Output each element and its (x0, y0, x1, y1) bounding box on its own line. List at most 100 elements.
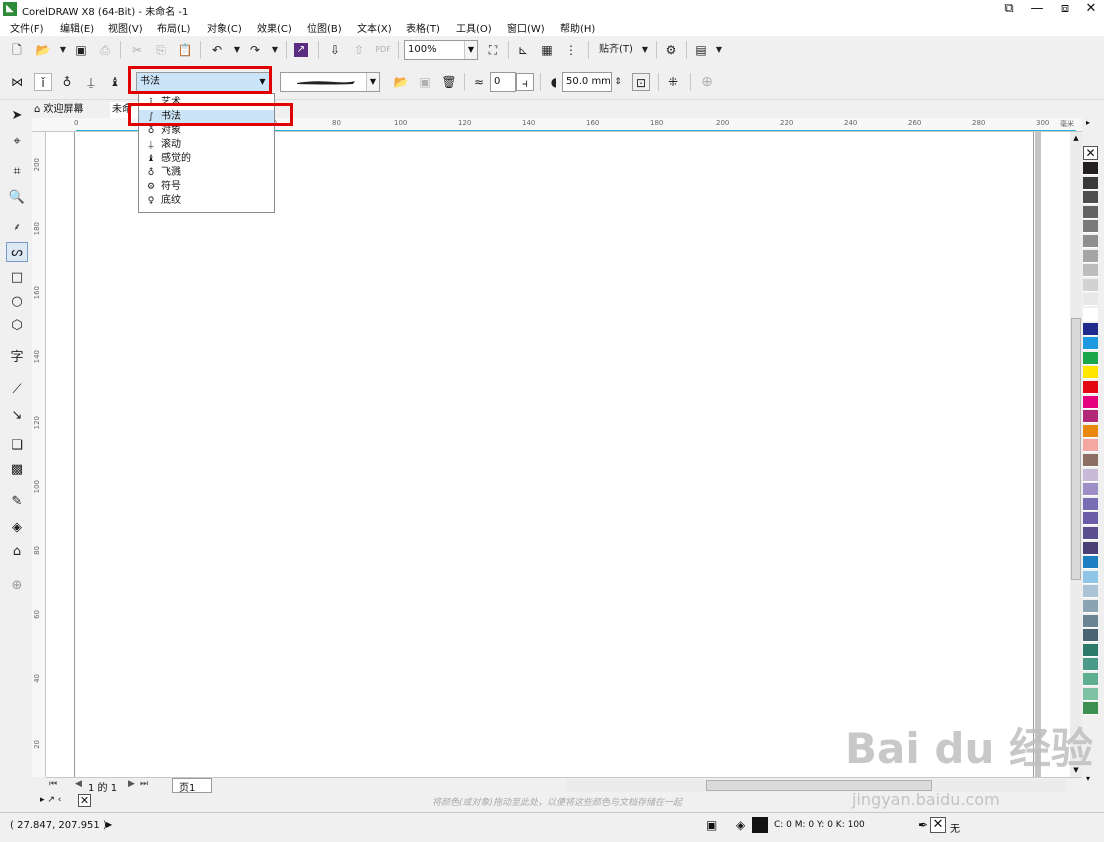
stroke-width-input[interactable]: 50.0 mm (562, 72, 612, 92)
menu-layout[interactable]: 布局(L) (157, 20, 190, 35)
next-page-icon[interactable]: ▶ (128, 779, 135, 789)
color-swatch[interactable] (1083, 337, 1098, 351)
redo-icon[interactable]: ↷ (246, 41, 264, 59)
spin-arrows-icon[interactable]: ⇕ (612, 73, 624, 91)
menu-table[interactable]: 表格(T) (406, 20, 440, 35)
color-swatch[interactable] (1083, 614, 1098, 628)
smart-fill-tool-icon[interactable]: ⌂ (6, 542, 28, 562)
menu-help[interactable]: 帮助(H) (560, 20, 595, 35)
preset-mode-icon[interactable]: ⋈ (8, 73, 26, 91)
add-tool-plus-icon[interactable]: ⊕ (6, 576, 28, 596)
scale-with-object-icon[interactable]: ⊡ (632, 73, 650, 91)
color-swatch[interactable] (1083, 424, 1098, 438)
brush-mode-icon[interactable]: ǐ (34, 73, 52, 91)
color-swatch[interactable] (1083, 410, 1098, 424)
no-color-icon[interactable]: ✕ (78, 794, 91, 807)
open-folder-icon[interactable]: 📂 (34, 41, 52, 59)
prev-page-icon[interactable]: ◀ (75, 779, 82, 789)
color-swatch[interactable] (1083, 556, 1098, 570)
search-content-icon[interactable]: ↗ (294, 43, 308, 57)
show-guidelines-icon[interactable]: ⋮ (562, 41, 580, 59)
no-color-swatch-icon[interactable]: ✕ (1083, 146, 1098, 160)
menu-text[interactable]: 文本(X) (357, 20, 392, 35)
new-document-icon[interactable]: 🗋 (8, 41, 26, 59)
color-swatch[interactable] (1083, 278, 1098, 292)
palette-scroll-up-icon[interactable]: ▸ (1086, 118, 1090, 127)
menu-file[interactable]: 文件(F) (10, 20, 44, 35)
stroke-shape-select[interactable]: ▼ (280, 72, 380, 92)
stroke-width-icon[interactable]: ◖ (545, 73, 563, 91)
color-swatch[interactable] (1083, 191, 1098, 205)
color-swatch[interactable] (1083, 527, 1098, 540)
color-swatch[interactable] (1083, 702, 1098, 716)
menu-tools[interactable]: 工具(O) (456, 20, 492, 35)
drop-shadow-tool-icon[interactable]: ❏ (6, 436, 28, 456)
restore-button[interactable]: ⧈ (1052, 0, 1078, 18)
application-launcher-icon[interactable]: ▤ (692, 41, 710, 59)
interactive-fill-tool-icon[interactable]: ◈ (6, 518, 28, 538)
color-swatch[interactable] (1083, 439, 1098, 453)
connector-tool-icon[interactable]: ↘ (6, 406, 28, 426)
vertical-scrollbar[interactable]: ▲ ▼ (1070, 132, 1082, 777)
calligraphic-mode-icon[interactable]: ⍊ (82, 73, 100, 91)
page-tab[interactable]: 页1 (172, 778, 212, 794)
color-swatch[interactable] (1083, 658, 1098, 672)
color-swatch[interactable] (1083, 205, 1098, 219)
color-swatch[interactable] (1083, 162, 1098, 175)
dropdown-item-splash[interactable]: ♁ 飞溅 (139, 166, 274, 180)
text-tool-icon[interactable]: 字 (6, 348, 28, 368)
save-icon[interactable]: ▣ (72, 41, 90, 59)
launcher-dropdown-icon[interactable]: ▼ (710, 41, 728, 59)
publish-pdf-icon[interactable]: PDF (374, 41, 392, 59)
tab-welcome[interactable]: ⌂ 欢迎屏幕 (34, 102, 106, 118)
color-swatch[interactable] (1083, 483, 1098, 497)
show-grid-icon[interactable]: ▦ (538, 41, 556, 59)
full-screen-icon[interactable]: ⛶ (484, 41, 502, 59)
dropdown-item-sensual[interactable]: ♝ 感觉的 (139, 152, 274, 166)
color-swatch[interactable] (1083, 264, 1098, 278)
bounding-box-icon[interactable]: ⁜ (664, 73, 682, 91)
open-dropdown-icon[interactable]: ▼ (54, 41, 72, 59)
smoothing-slider-icon[interactable]: ⫞ (516, 73, 534, 91)
color-swatch[interactable] (1083, 673, 1098, 686)
color-swatch[interactable] (1083, 570, 1098, 584)
parallel-dimension-tool-icon[interactable]: ⟋ (6, 380, 28, 400)
dropdown-item-object[interactable]: ♁ 对象 (139, 124, 274, 138)
menu-view[interactable]: 视图(V) (108, 20, 143, 35)
save-stroke-icon[interactable]: ▣ (416, 73, 434, 91)
chevron-down-icon[interactable]: ▼ (366, 73, 379, 91)
minimize-button[interactable]: — (1024, 0, 1050, 18)
status-expand-icon[interactable]: ▶ (106, 820, 112, 829)
close-button[interactable]: ✕ (1078, 0, 1104, 18)
cut-icon[interactable]: ✂ (128, 41, 146, 59)
color-swatch[interactable] (1083, 235, 1098, 248)
menu-effects[interactable]: 效果(C) (257, 20, 292, 35)
vertical-ruler[interactable]: 200 180 160 140 120 100 80 60 40 20 (32, 132, 46, 777)
undo-icon[interactable]: ↶ (208, 41, 226, 59)
menu-bitmap[interactable]: 位图(B) (307, 20, 342, 35)
color-swatch[interactable] (1083, 381, 1098, 394)
outline-none-icon[interactable]: ✕ (930, 817, 946, 833)
color-swatch[interactable] (1083, 249, 1098, 263)
color-swatch[interactable] (1083, 176, 1098, 190)
color-swatch[interactable] (1083, 322, 1098, 336)
delete-trash-icon[interactable]: 🗑 (440, 73, 458, 91)
chevron-down-icon[interactable]: ▼ (464, 41, 477, 59)
vertical-scroll-thumb[interactable] (1071, 318, 1081, 580)
color-swatch[interactable] (1083, 629, 1098, 643)
copy-icon[interactable]: ⎘ (152, 41, 170, 59)
zoom-level-select[interactable]: 100% ▼ (404, 40, 478, 60)
print-icon[interactable]: ⎙ (96, 41, 114, 59)
color-swatch[interactable] (1083, 541, 1098, 555)
color-swatch[interactable] (1083, 585, 1098, 599)
color-swatch[interactable] (1083, 351, 1098, 365)
freehand-tool-icon[interactable]: ⸙ (6, 218, 28, 238)
color-swatch[interactable] (1083, 220, 1098, 234)
pick-tool-icon[interactable]: ➤ (6, 106, 28, 126)
first-page-icon[interactable]: ⏮ (49, 779, 57, 789)
color-swatch[interactable] (1083, 643, 1098, 657)
undo-dropdown-icon[interactable]: ▼ (228, 41, 246, 59)
pressure-mode-icon[interactable]: ♝ (106, 73, 124, 91)
redo-dropdown-icon[interactable]: ▼ (266, 41, 284, 59)
color-swatch[interactable] (1083, 366, 1098, 380)
